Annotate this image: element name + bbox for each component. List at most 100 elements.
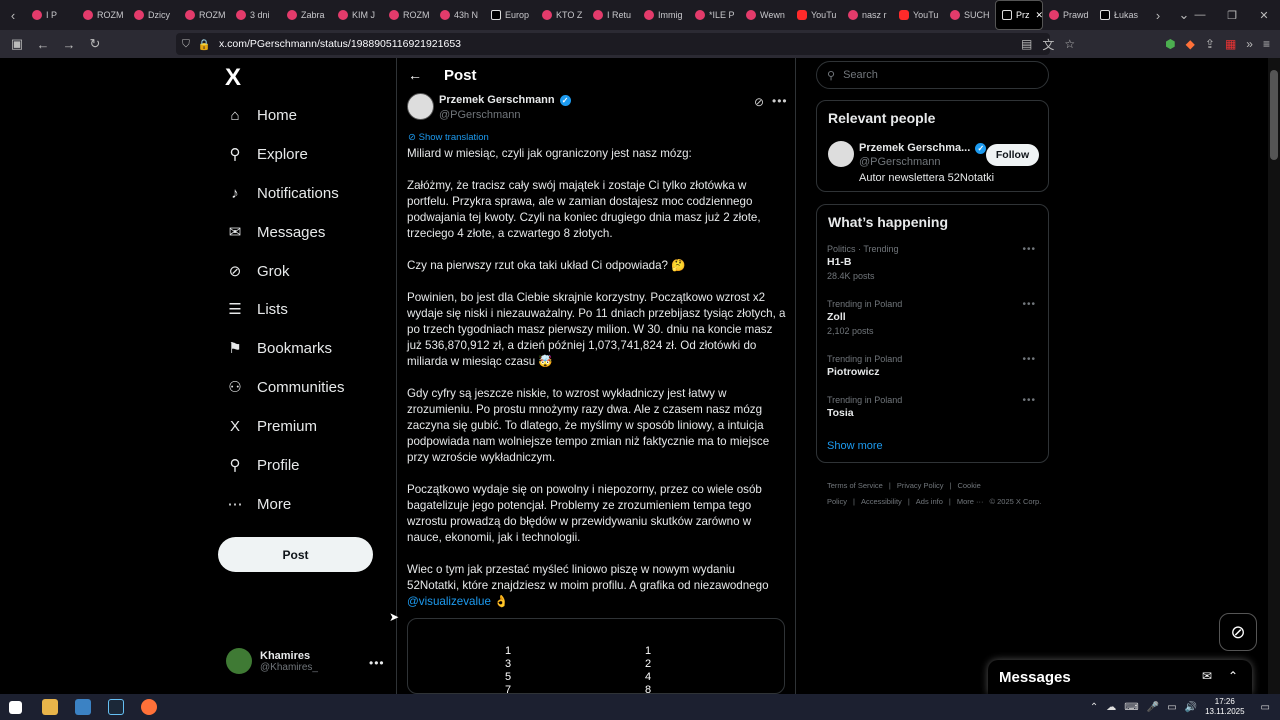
extension-fox-icon[interactable]: ◆ (1186, 37, 1195, 51)
maximize-icon[interactable]: ❐ (1216, 9, 1248, 22)
browser-tab[interactable]: Dzicy (128, 0, 179, 30)
trend-item[interactable]: Trending in Poland Piotrowicz ••• (827, 354, 1042, 378)
trend-item[interactable]: Politics · Trending H1-B 28.4K posts ••• (827, 244, 1042, 281)
bookmark-star-icon[interactable]: ☆ (1064, 37, 1075, 51)
url-field[interactable]: ⛉ 🔒 x.com/PGerschmann/status/19889051169… (176, 33, 1050, 55)
show-more-link[interactable]: Show more (827, 440, 883, 452)
footer-link[interactable]: Accessibility (861, 497, 902, 506)
footer-link[interactable]: More ··· (957, 497, 984, 506)
browser-tab[interactable]: I P (26, 0, 77, 30)
file-explorer-icon[interactable] (42, 699, 58, 715)
more-tools-icon[interactable]: » (1246, 37, 1253, 51)
browser-tab[interactable]: 3 dni (230, 0, 281, 30)
scrollbar[interactable] (1268, 58, 1280, 694)
messages-drawer[interactable]: Messages ✉ ⌃ (988, 660, 1252, 694)
scrollbar-thumb[interactable] (1270, 70, 1278, 160)
extension-shield-icon[interactable]: ⬢ (1165, 37, 1175, 51)
sidebar-item-explore[interactable]: ⚲ Explore (226, 145, 308, 164)
trend-more-icon[interactable]: ••• (1022, 244, 1036, 255)
microphone-icon[interactable]: 🎤 (1147, 702, 1159, 713)
grok-fab-icon[interactable]: ⊘ (1219, 613, 1257, 651)
author-avatar[interactable] (407, 93, 434, 120)
author-handle[interactable]: @PGerschmann (439, 109, 520, 121)
browser-tab[interactable]: ROZM (77, 0, 128, 30)
close-tab-icon[interactable]: ✕ (1036, 10, 1043, 21)
reader-icon[interactable]: ▤ (1021, 37, 1032, 51)
browser-tab[interactable]: Łukas (1094, 0, 1145, 30)
post-more-icon[interactable]: ••• (772, 94, 788, 108)
close-window-icon[interactable]: ✕ (1248, 9, 1280, 22)
firefox-icon[interactable] (141, 699, 157, 715)
browser-tab[interactable]: 43h N (434, 0, 485, 30)
share-icon[interactable]: ⇪ (1205, 37, 1215, 51)
account-more-icon[interactable]: ••• (369, 656, 385, 670)
tab-scroll-left-icon[interactable]: ‹ (0, 8, 26, 23)
mention-link[interactable]: @visualizevalue (407, 595, 491, 608)
minimize-icon[interactable]: — (1184, 9, 1216, 21)
browser-tab[interactable]: Immig (638, 0, 689, 30)
new-message-icon[interactable]: ✉ (1202, 669, 1212, 683)
browser-tab[interactable]: *ILE P (689, 0, 740, 30)
browser-tab[interactable]: KIM J (332, 0, 383, 30)
footer-link[interactable]: Ads info (916, 497, 943, 506)
post-image[interactable]: 1357 1248 (407, 618, 785, 696)
browser-tab[interactable]: Prawd (1043, 0, 1094, 30)
forward-icon[interactable]: → (56, 37, 82, 52)
relevant-person-avatar[interactable] (828, 141, 854, 167)
volume-icon[interactable]: 🔊 (1185, 702, 1197, 713)
browser-tab[interactable]: YouTu (791, 0, 842, 30)
tab-scroll-right-icon[interactable]: › (1145, 8, 1171, 23)
trend-item[interactable]: Trending in Poland Zoll 2,102 posts ••• (827, 299, 1042, 336)
browser-tab[interactable]: Zabra (281, 0, 332, 30)
extension-badge-icon[interactable]: ▦ (1225, 37, 1236, 51)
menu-icon[interactable]: ≡ (1263, 37, 1270, 51)
post-button[interactable]: Post (218, 537, 373, 572)
start-icon[interactable] (9, 701, 22, 714)
notifications-tray-icon[interactable]: ▭ (1261, 702, 1270, 713)
sidebar-item-more[interactable]: ⋯ More (226, 495, 292, 514)
browser-tab[interactable]: Europ (485, 0, 536, 30)
search-input[interactable]: ⚲ Search (816, 61, 1049, 89)
account-switcher[interactable]: Khamires @Khamires_ (226, 648, 318, 674)
browser-tab[interactable]: YouTu (893, 0, 944, 30)
sidebar-item-premium[interactable]: X Premium (226, 417, 317, 435)
network-icon[interactable]: ⌨ (1124, 702, 1138, 713)
x-logo[interactable]: X (225, 64, 241, 92)
browser-tab[interactable]: nasz r (842, 0, 893, 30)
relevant-person-name[interactable]: Przemek Gerschma... ✓ (859, 142, 987, 154)
back-arrow-icon[interactable]: ← (408, 67, 422, 83)
trend-more-icon[interactable]: ••• (1022, 395, 1036, 406)
sidebar-item-messages[interactable]: ✉ Messages (226, 223, 326, 242)
follow-button[interactable]: Follow (986, 144, 1039, 166)
display-icon[interactable]: ▭ (1167, 702, 1176, 713)
footer-link[interactable]: Privacy Policy (897, 481, 944, 490)
sidebar-item-notifications[interactable]: ♪ Notifications (226, 184, 338, 202)
steam-icon[interactable] (108, 699, 124, 715)
back-icon[interactable]: ← (30, 37, 56, 52)
browser-tab[interactable]: I Retu (587, 0, 638, 30)
sidebar-item-profile[interactable]: ⚲ Profile (226, 456, 300, 475)
author-name[interactable]: Przemek Gerschmann ✓ (439, 94, 571, 106)
sidebar-item-home[interactable]: ⌂ Home (226, 106, 297, 124)
trend-more-icon[interactable]: ••• (1022, 354, 1036, 365)
sidebar-toggle-icon[interactable]: ▣ (4, 36, 30, 52)
sidebar-item-communities[interactable]: ⚇ Communities (226, 378, 344, 397)
tray-chevron-icon[interactable]: ⌃ (1090, 702, 1098, 713)
browser-tab[interactable]: ROZM (383, 0, 434, 30)
cloud-icon[interactable]: ☁ (1106, 702, 1116, 713)
browser-tab[interactable]: Prz ✕ (995, 0, 1043, 30)
sidebar-item-grok[interactable]: ⊘ Grok (226, 262, 290, 281)
reload-icon[interactable]: ↻ (82, 36, 108, 52)
expand-drawer-icon[interactable]: ⌃ (1228, 669, 1238, 683)
translate-icon[interactable]: 文 (1042, 36, 1054, 53)
sidebar-item-lists[interactable]: ☰ Lists (226, 300, 288, 319)
app-icon[interactable] (75, 699, 91, 715)
browser-tab[interactable]: Wewn (740, 0, 791, 30)
trend-item[interactable]: Trending in Poland Tosia ••• (827, 395, 1042, 419)
footer-link[interactable]: © 2025 X Corp. (990, 497, 1042, 506)
clock[interactable]: 17:26 13.11.2025 (1205, 697, 1244, 717)
browser-tab[interactable]: KTO Z (536, 0, 587, 30)
browser-tab[interactable]: ROZM (179, 0, 230, 30)
browser-tab[interactable]: SUCH (944, 0, 995, 30)
sidebar-item-bookmarks[interactable]: ⚑ Bookmarks (226, 339, 332, 358)
